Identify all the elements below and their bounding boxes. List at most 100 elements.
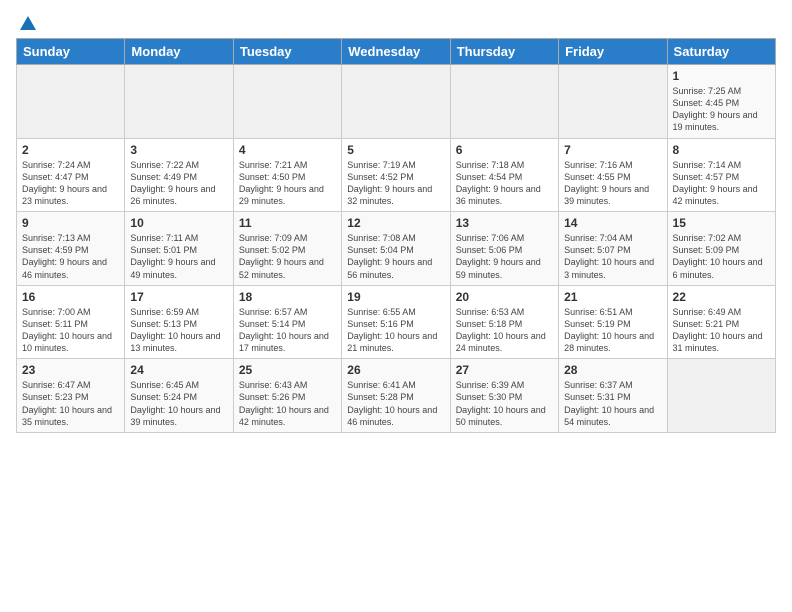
day-number: 18 xyxy=(239,290,336,304)
page-header xyxy=(16,16,776,30)
day-info: Sunrise: 7:14 AM Sunset: 4:57 PM Dayligh… xyxy=(673,159,770,208)
calendar-cell xyxy=(17,65,125,139)
calendar-cell: 21 Sunrise: 6:51 AM Sunset: 5:19 PM Dayli… xyxy=(559,285,667,359)
calendar-cell: 26 Sunrise: 6:41 AM Sunset: 5:28 PM Dayli… xyxy=(342,359,450,433)
calendar-cell xyxy=(450,65,558,139)
day-info: Sunrise: 7:25 AM Sunset: 4:45 PM Dayligh… xyxy=(673,85,770,134)
day-number: 21 xyxy=(564,290,661,304)
day-number: 11 xyxy=(239,216,336,230)
calendar-cell: 20 Sunrise: 6:53 AM Sunset: 5:18 PM Dayli… xyxy=(450,285,558,359)
calendar-cell: 9 Sunrise: 7:13 AM Sunset: 4:59 PM Daylig… xyxy=(17,212,125,286)
calendar-cell: 19 Sunrise: 6:55 AM Sunset: 5:16 PM Dayli… xyxy=(342,285,450,359)
calendar-table: SundayMondayTuesdayWednesdayThursdayFrid… xyxy=(16,38,776,433)
day-number: 20 xyxy=(456,290,553,304)
day-number: 2 xyxy=(22,143,119,157)
calendar-cell: 4 Sunrise: 7:21 AM Sunset: 4:50 PM Daylig… xyxy=(233,138,341,212)
day-number: 26 xyxy=(347,363,444,377)
calendar-cell: 6Sunrise: 7:18 AM Sunset: 4:54 PM Daylig… xyxy=(450,138,558,212)
day-number: 15 xyxy=(673,216,770,230)
day-info: Sunrise: 7:21 AM Sunset: 4:50 PM Dayligh… xyxy=(239,159,336,208)
day-number: 28 xyxy=(564,363,661,377)
day-number: 1 xyxy=(673,69,770,83)
day-info: Sunrise: 6:51 AM Sunset: 5:19 PM Dayligh… xyxy=(564,306,661,355)
calendar-week-0: 1 Sunrise: 7:25 AM Sunset: 4:45 PM Daylig… xyxy=(17,65,776,139)
logo xyxy=(16,16,36,30)
day-number: 25 xyxy=(239,363,336,377)
day-number: 8 xyxy=(673,143,770,157)
calendar-cell: 24 Sunrise: 6:45 AM Sunset: 5:24 PM Dayli… xyxy=(125,359,233,433)
calendar-week-2: 9 Sunrise: 7:13 AM Sunset: 4:59 PM Daylig… xyxy=(17,212,776,286)
weekday-header-friday: Friday xyxy=(559,39,667,65)
calendar-cell: 25 Sunrise: 6:43 AM Sunset: 5:26 PM Dayli… xyxy=(233,359,341,433)
day-number: 23 xyxy=(22,363,119,377)
calendar-cell: 8 Sunrise: 7:14 AM Sunset: 4:57 PM Daylig… xyxy=(667,138,775,212)
day-info: Sunrise: 7:13 AM Sunset: 4:59 PM Dayligh… xyxy=(22,232,119,281)
logo-triangle-icon xyxy=(20,16,36,30)
day-number: 27 xyxy=(456,363,553,377)
calendar-cell: 1 Sunrise: 7:25 AM Sunset: 4:45 PM Daylig… xyxy=(667,65,775,139)
day-info: Sunrise: 7:02 AM Sunset: 5:09 PM Dayligh… xyxy=(673,232,770,281)
calendar-cell: 13 Sunrise: 7:06 AM Sunset: 5:06 PM Dayli… xyxy=(450,212,558,286)
calendar-week-4: 23 Sunrise: 6:47 AM Sunset: 5:23 PM Dayli… xyxy=(17,359,776,433)
day-info: Sunrise: 7:00 AM Sunset: 5:11 PM Dayligh… xyxy=(22,306,119,355)
calendar-header: SundayMondayTuesdayWednesdayThursdayFrid… xyxy=(17,39,776,65)
day-number: 12 xyxy=(347,216,444,230)
day-number: 17 xyxy=(130,290,227,304)
calendar-cell: 23 Sunrise: 6:47 AM Sunset: 5:23 PM Dayli… xyxy=(17,359,125,433)
day-info: Sunrise: 7:11 AM Sunset: 5:01 PM Dayligh… xyxy=(130,232,227,281)
calendar-cell xyxy=(559,65,667,139)
calendar-cell: 10 Sunrise: 7:11 AM Sunset: 5:01 PM Dayli… xyxy=(125,212,233,286)
day-number: 19 xyxy=(347,290,444,304)
weekday-header-saturday: Saturday xyxy=(667,39,775,65)
day-info: Sunrise: 6:59 AM Sunset: 5:13 PM Dayligh… xyxy=(130,306,227,355)
calendar-cell xyxy=(125,65,233,139)
calendar-cell xyxy=(233,65,341,139)
calendar-cell: 22 Sunrise: 6:49 AM Sunset: 5:21 PM Dayli… xyxy=(667,285,775,359)
calendar-cell: 27 Sunrise: 6:39 AM Sunset: 5:30 PM Dayli… xyxy=(450,359,558,433)
calendar-cell: 2 Sunrise: 7:24 AM Sunset: 4:47 PM Daylig… xyxy=(17,138,125,212)
day-number: 24 xyxy=(130,363,227,377)
day-number: 3 xyxy=(130,143,227,157)
calendar-cell: 18 Sunrise: 6:57 AM Sunset: 5:14 PM Dayli… xyxy=(233,285,341,359)
day-info: Sunrise: 7:19 AM Sunset: 4:52 PM Dayligh… xyxy=(347,159,444,208)
day-info: Sunrise: 6:49 AM Sunset: 5:21 PM Dayligh… xyxy=(673,306,770,355)
day-info: Sunrise: 7:06 AM Sunset: 5:06 PM Dayligh… xyxy=(456,232,553,281)
weekday-header-monday: Monday xyxy=(125,39,233,65)
day-number: 9 xyxy=(22,216,119,230)
calendar-cell: 16Sunrise: 7:00 AM Sunset: 5:11 PM Dayli… xyxy=(17,285,125,359)
day-info: Sunrise: 6:57 AM Sunset: 5:14 PM Dayligh… xyxy=(239,306,336,355)
calendar-cell: 17 Sunrise: 6:59 AM Sunset: 5:13 PM Dayli… xyxy=(125,285,233,359)
day-number: 4 xyxy=(239,143,336,157)
day-info: Sunrise: 7:08 AM Sunset: 5:04 PM Dayligh… xyxy=(347,232,444,281)
calendar-cell: 14 Sunrise: 7:04 AM Sunset: 5:07 PM Dayli… xyxy=(559,212,667,286)
calendar-cell: 7 Sunrise: 7:16 AM Sunset: 4:55 PM Daylig… xyxy=(559,138,667,212)
day-info: Sunrise: 6:47 AM Sunset: 5:23 PM Dayligh… xyxy=(22,379,119,428)
day-info: Sunrise: 6:43 AM Sunset: 5:26 PM Dayligh… xyxy=(239,379,336,428)
calendar-cell xyxy=(667,359,775,433)
calendar-cell: 11Sunrise: 7:09 AM Sunset: 5:02 PM Dayli… xyxy=(233,212,341,286)
weekday-header-tuesday: Tuesday xyxy=(233,39,341,65)
day-info: Sunrise: 6:39 AM Sunset: 5:30 PM Dayligh… xyxy=(456,379,553,428)
day-info: Sunrise: 7:04 AM Sunset: 5:07 PM Dayligh… xyxy=(564,232,661,281)
weekday-header-thursday: Thursday xyxy=(450,39,558,65)
weekday-header-sunday: Sunday xyxy=(17,39,125,65)
day-info: Sunrise: 6:55 AM Sunset: 5:16 PM Dayligh… xyxy=(347,306,444,355)
day-number: 13 xyxy=(456,216,553,230)
calendar-cell: 5 Sunrise: 7:19 AM Sunset: 4:52 PM Daylig… xyxy=(342,138,450,212)
calendar-cell: 12 Sunrise: 7:08 AM Sunset: 5:04 PM Dayli… xyxy=(342,212,450,286)
day-number: 5 xyxy=(347,143,444,157)
day-info: Sunrise: 7:16 AM Sunset: 4:55 PM Dayligh… xyxy=(564,159,661,208)
day-info: Sunrise: 7:18 AM Sunset: 4:54 PM Dayligh… xyxy=(456,159,553,208)
day-info: Sunrise: 6:37 AM Sunset: 5:31 PM Dayligh… xyxy=(564,379,661,428)
day-number: 7 xyxy=(564,143,661,157)
day-info: Sunrise: 7:24 AM Sunset: 4:47 PM Dayligh… xyxy=(22,159,119,208)
day-info: Sunrise: 6:53 AM Sunset: 5:18 PM Dayligh… xyxy=(456,306,553,355)
day-number: 14 xyxy=(564,216,661,230)
calendar-cell: 3 Sunrise: 7:22 AM Sunset: 4:49 PM Daylig… xyxy=(125,138,233,212)
day-info: Sunrise: 6:41 AM Sunset: 5:28 PM Dayligh… xyxy=(347,379,444,428)
day-number: 10 xyxy=(130,216,227,230)
day-info: Sunrise: 7:22 AM Sunset: 4:49 PM Dayligh… xyxy=(130,159,227,208)
calendar-week-3: 16Sunrise: 7:00 AM Sunset: 5:11 PM Dayli… xyxy=(17,285,776,359)
day-info: Sunrise: 6:45 AM Sunset: 5:24 PM Dayligh… xyxy=(130,379,227,428)
day-number: 22 xyxy=(673,290,770,304)
